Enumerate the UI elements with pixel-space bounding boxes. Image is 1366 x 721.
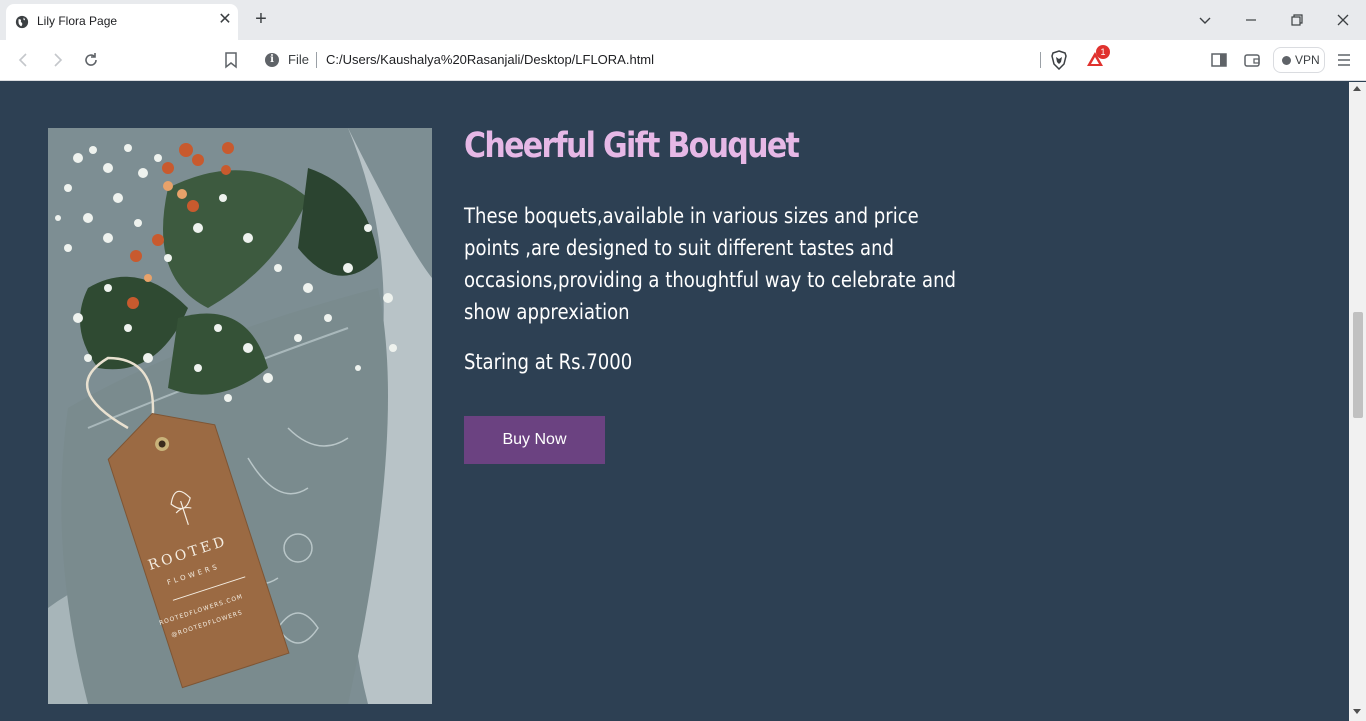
product-description: These boquets,available in various sizes… [464, 204, 956, 324]
menu-icon[interactable] [1335, 51, 1353, 69]
tab-search-chevron-icon[interactable] [1195, 10, 1215, 30]
scroll-up-arrow-icon[interactable] [1353, 86, 1361, 91]
window-close-icon[interactable] [1333, 10, 1353, 30]
tab-strip: Lily Flora Page ✕ + [0, 0, 1366, 40]
tab-close-icon[interactable]: ✕ [217, 12, 233, 28]
new-tab-button[interactable]: + [250, 8, 272, 30]
vpn-status-icon [1282, 56, 1291, 65]
scroll-down-arrow-icon[interactable] [1353, 709, 1361, 714]
wallet-icon[interactable] [1243, 51, 1261, 69]
minimize-icon[interactable] [1241, 10, 1261, 30]
url-scheme-label: File [288, 52, 309, 67]
address-bar[interactable]: i File C:/Users/Kaushalya%20Rasanjali/De… [254, 45, 1112, 75]
forward-icon[interactable] [47, 50, 67, 70]
sidebar-icon[interactable] [1210, 51, 1228, 69]
vpn-label: VPN [1295, 53, 1320, 67]
page-scrollbar[interactable] [1349, 82, 1366, 721]
brave-shields-icon[interactable] [1050, 50, 1068, 70]
browser-toolbar: i File C:/Users/Kaushalya%20Rasanjali/De… [0, 40, 1366, 81]
url-separator [316, 52, 317, 68]
rewards-badge: 1 [1096, 45, 1110, 59]
page-viewport: ROOTED FLOWERS ROOTEDFLOWERS.COM @ROOTED… [0, 82, 1349, 721]
globe-icon [15, 15, 29, 29]
site-info-icon[interactable]: i [265, 53, 279, 67]
vpn-button[interactable]: VPN [1273, 47, 1325, 73]
buy-now-button[interactable]: Buy Now [464, 416, 605, 464]
bouquet-image: ROOTED FLOWERS ROOTEDFLOWERS.COM @ROOTED… [48, 128, 432, 704]
tab-lily-flora[interactable]: Lily Flora Page ✕ [6, 4, 238, 40]
product-title: Cheerful Gift Bouquet [464, 126, 800, 166]
product-price: Staring at Rs.7000 [464, 350, 633, 374]
bookmark-icon[interactable] [221, 50, 241, 70]
scroll-thumb[interactable] [1353, 312, 1363, 418]
restore-icon[interactable] [1287, 10, 1307, 30]
reload-icon[interactable] [81, 50, 101, 70]
back-icon[interactable] [14, 50, 34, 70]
url-text[interactable]: C:/Users/Kaushalya%20Rasanjali/Desktop/L… [326, 52, 654, 67]
address-divider [1040, 52, 1041, 68]
tab-title: Lily Flora Page [37, 14, 118, 28]
